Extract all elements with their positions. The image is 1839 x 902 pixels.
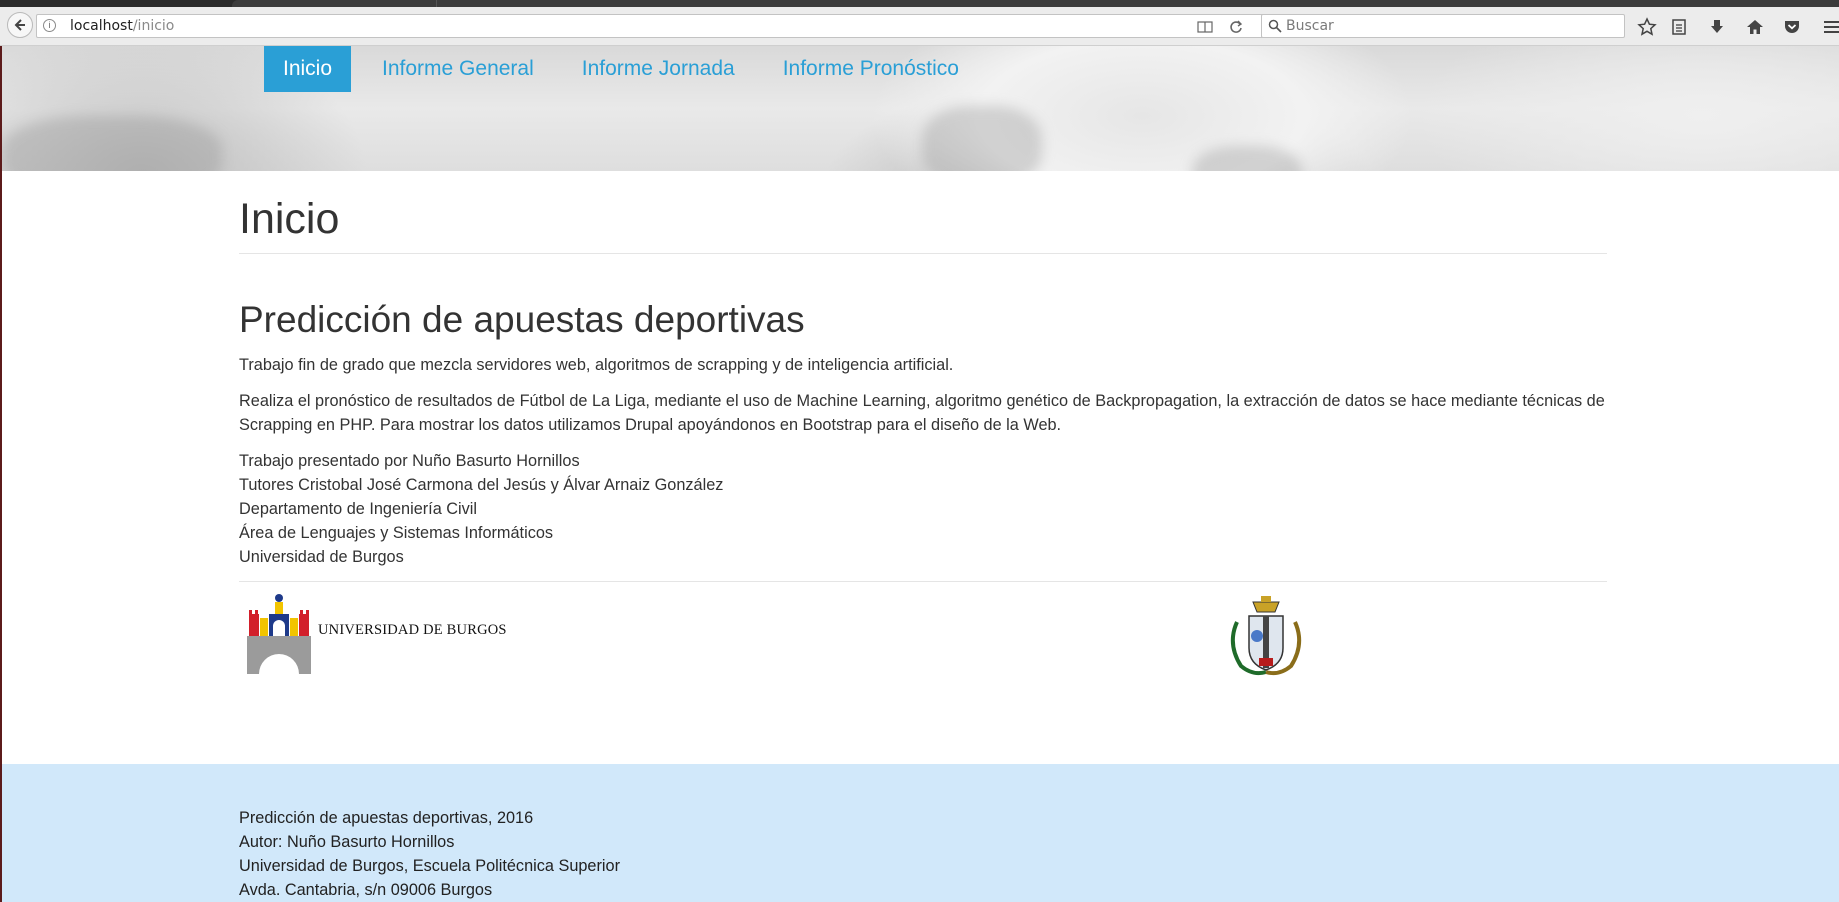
divider [239, 253, 1607, 254]
downloads-icon[interactable] [1707, 17, 1727, 37]
menu-icon[interactable] [1822, 17, 1839, 37]
university-logo-text: UNIVERSIDAD DE BURGOS [318, 622, 507, 638]
site-header: Inicio Informe General Informe Jornada I… [2, 46, 1839, 171]
credit-line: Universidad de Burgos [239, 548, 404, 566]
home-icon[interactable] [1745, 17, 1765, 37]
search-placeholder: Buscar [1286, 18, 1334, 34]
reader-view-icon[interactable] [1197, 20, 1213, 34]
credits-block: Trabajo presentado por Nuño Basurto Horn… [239, 449, 723, 569]
info-icon[interactable]: i [43, 19, 56, 32]
footer-line: Autor: Nuño Basurto Hornillos [239, 833, 455, 851]
search-icon [1268, 19, 1282, 33]
nav-item-informe-jornada[interactable]: Informe Jornada [563, 46, 754, 92]
pocket-icon[interactable] [1782, 17, 1802, 37]
tab-separator [436, 0, 437, 7]
credit-line: Trabajo presentado por Nuño Basurto Horn… [239, 452, 580, 470]
search-bar[interactable]: Buscar [1261, 14, 1625, 38]
divider [239, 581, 1607, 582]
tab-strip [0, 0, 1839, 7]
footer-line: Avda. Cantabria, s/n 09006 Burgos [239, 881, 493, 899]
browser-window: i localhost/inicio Buscar Inicio Informe… [0, 0, 1839, 902]
description-paragraph: Realiza el pronóstico de resultados de F… [239, 392, 1605, 434]
ball-pattern-shape [2, 116, 222, 171]
nav-item-inicio[interactable]: Inicio [264, 46, 352, 92]
footer-info: Predicción de apuestas deportivas, 2016 … [239, 806, 620, 902]
escuela-crest-icon [1230, 596, 1302, 676]
footer-line: Universidad de Burgos, Escuela Politécni… [239, 857, 621, 875]
active-tab[interactable] [232, 0, 1839, 7]
url-host: localhost [70, 18, 133, 34]
ball-pattern-shape [922, 106, 1042, 171]
browser-toolbar: i localhost/inicio Buscar [0, 7, 1839, 46]
page-title: Inicio [239, 195, 340, 243]
credit-line: Área de Lenguajes y Sistemas Informático… [239, 524, 554, 542]
reading-list-icon[interactable] [1669, 17, 1689, 37]
intro-paragraph: Trabajo fin de grado que mezcla servidor… [239, 356, 954, 374]
section-title: Predicción de apuestas deportivas [239, 299, 805, 340]
bookmark-star-icon[interactable] [1637, 17, 1657, 37]
site-footer: Predicción de apuestas deportivas, 2016 … [2, 764, 1839, 902]
ball-pattern-shape [1192, 146, 1302, 171]
nav-item-informe-pronostico[interactable]: Informe Pronóstico [764, 46, 978, 92]
nav-item-informe-general[interactable]: Informe General [363, 46, 553, 92]
back-button[interactable] [7, 12, 33, 38]
credit-line: Departamento de Ingeniería Civil [239, 500, 478, 518]
url-path: /inicio [132, 18, 175, 34]
footer-line: Predicción de apuestas deportivas, 2016 [239, 809, 534, 827]
credit-line: Tutores Cristobal José Carmona del Jesús… [239, 476, 724, 494]
url-bar[interactable]: i localhost/inicio [36, 14, 1266, 38]
reload-icon[interactable] [1229, 20, 1243, 34]
url-text[interactable]: localhost/inicio [70, 18, 174, 34]
back-arrow-icon [14, 19, 25, 31]
main-nav: Inicio Informe General Informe Jornada I… [264, 46, 988, 92]
